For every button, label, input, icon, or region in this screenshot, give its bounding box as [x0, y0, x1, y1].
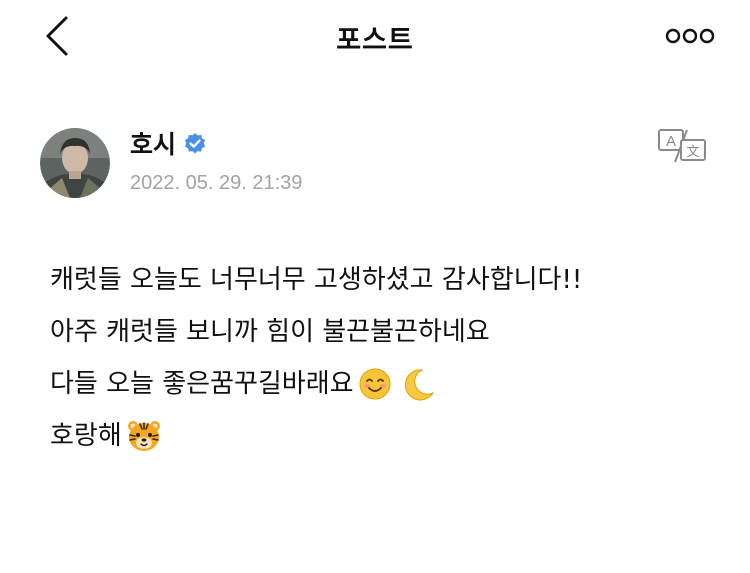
post-line: 다들 오늘 좋은꿈꾸길바래요 — [50, 358, 730, 410]
post-body: 캐럿들 오늘도 너무너무 고생하셨고 감사합니다!! 아주 캐럿들 보니까 힘이… — [50, 254, 730, 462]
avatar[interactable] — [40, 128, 110, 198]
smiling-face-icon — [359, 368, 391, 400]
translate-icon: A 文 — [658, 129, 706, 163]
post-line-text: 아주 캐럿들 보니까 힘이 불끈불끈하네요 — [50, 317, 490, 347]
post-line: 캐럿들 오늘도 너무너무 고생하셨고 감사합니다!! — [50, 254, 730, 306]
crescent-moon-icon — [404, 369, 434, 401]
more-dots-icon — [665, 28, 715, 44]
post-line: 아주 캐럿들 보니까 힘이 불끈불끈하네요 — [50, 306, 730, 358]
post-line: 호랑해 — [50, 410, 730, 462]
verified-badge-icon — [185, 133, 205, 154]
translate-button[interactable]: A 文 — [657, 128, 709, 164]
post-line-text: 호랑해 — [50, 421, 122, 451]
svg-text:文: 文 — [686, 145, 699, 160]
post-line-text: 캐럿들 오늘도 너무너무 고생하셨고 감사합니다!! — [50, 265, 583, 295]
author-name[interactable]: 호시 — [130, 125, 176, 161]
svg-text:A: A — [666, 133, 676, 150]
more-options-button[interactable] — [660, 22, 720, 50]
post-timestamp: 2022. 05. 29. 21:39 — [130, 172, 303, 194]
page-title: 포스트 — [336, 25, 414, 56]
avatar-photo — [40, 128, 110, 198]
tiger-face-icon — [127, 421, 160, 451]
top-bar: 포스트 — [0, 0, 750, 78]
post-line-text: 다들 오늘 좋은꿈꾸길바래요 — [50, 369, 354, 399]
